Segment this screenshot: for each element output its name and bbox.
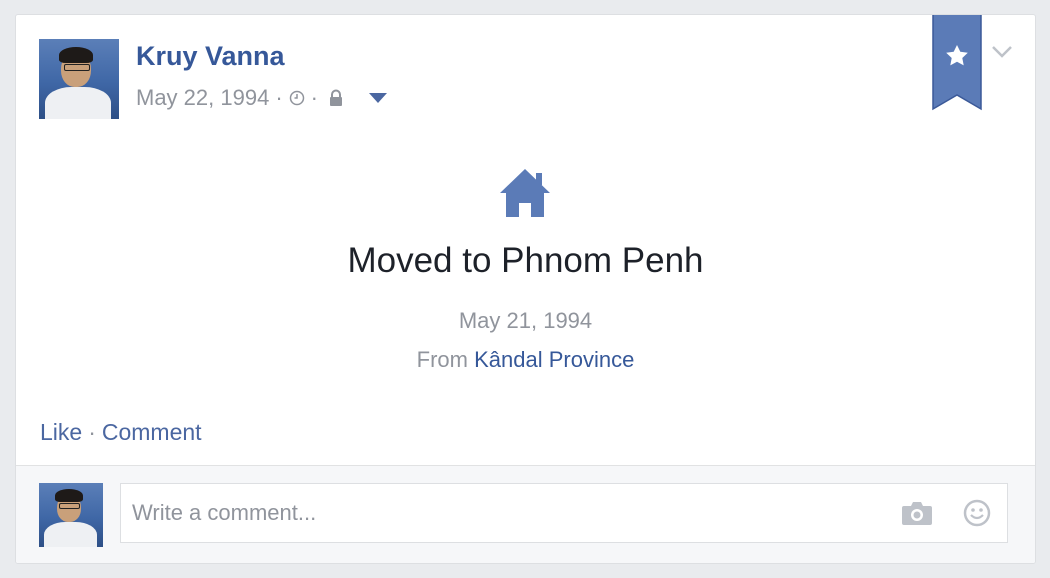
- meta-separator: ·: [275, 85, 283, 110]
- viewer-avatar[interactable]: [39, 483, 103, 547]
- life-event-origin: From Kândal Province: [16, 347, 1035, 373]
- post-date[interactable]: May 22, 1994: [136, 85, 269, 111]
- author-avatar[interactable]: [39, 39, 119, 119]
- comment-section: [16, 465, 1035, 563]
- author-name-link[interactable]: Kruy Vanna: [136, 41, 285, 72]
- comment-input[interactable]: [121, 484, 881, 542]
- audience-dropdown-icon[interactable]: [368, 92, 388, 104]
- emoji-icon[interactable]: [963, 499, 991, 527]
- house-icon: [500, 169, 550, 217]
- like-link[interactable]: Like: [40, 419, 82, 445]
- lock-icon[interactable]: [328, 89, 344, 107]
- meta-separator: ·: [310, 85, 318, 110]
- chevron-down-icon[interactable]: [991, 45, 1013, 59]
- post-actions: Like · Comment: [40, 419, 202, 446]
- highlight-star-icon[interactable]: [932, 14, 982, 111]
- camera-icon[interactable]: [901, 500, 933, 526]
- post-meta: May 22, 1994 · ·: [136, 85, 388, 111]
- timeline-post-card: Kruy Vanna May 22, 1994 · · Moved to Phn…: [15, 14, 1036, 564]
- origin-place-link[interactable]: Kândal Province: [474, 347, 634, 372]
- life-event-title: Moved to Phnom Penh: [347, 241, 704, 280]
- clock-icon: [289, 90, 304, 106]
- origin-prefix: From: [416, 347, 468, 372]
- comment-link[interactable]: Comment: [102, 419, 202, 445]
- actions-separator: ·: [88, 419, 96, 445]
- life-event-date: May 21, 1994: [458, 308, 593, 333]
- comment-composer: [120, 483, 1008, 543]
